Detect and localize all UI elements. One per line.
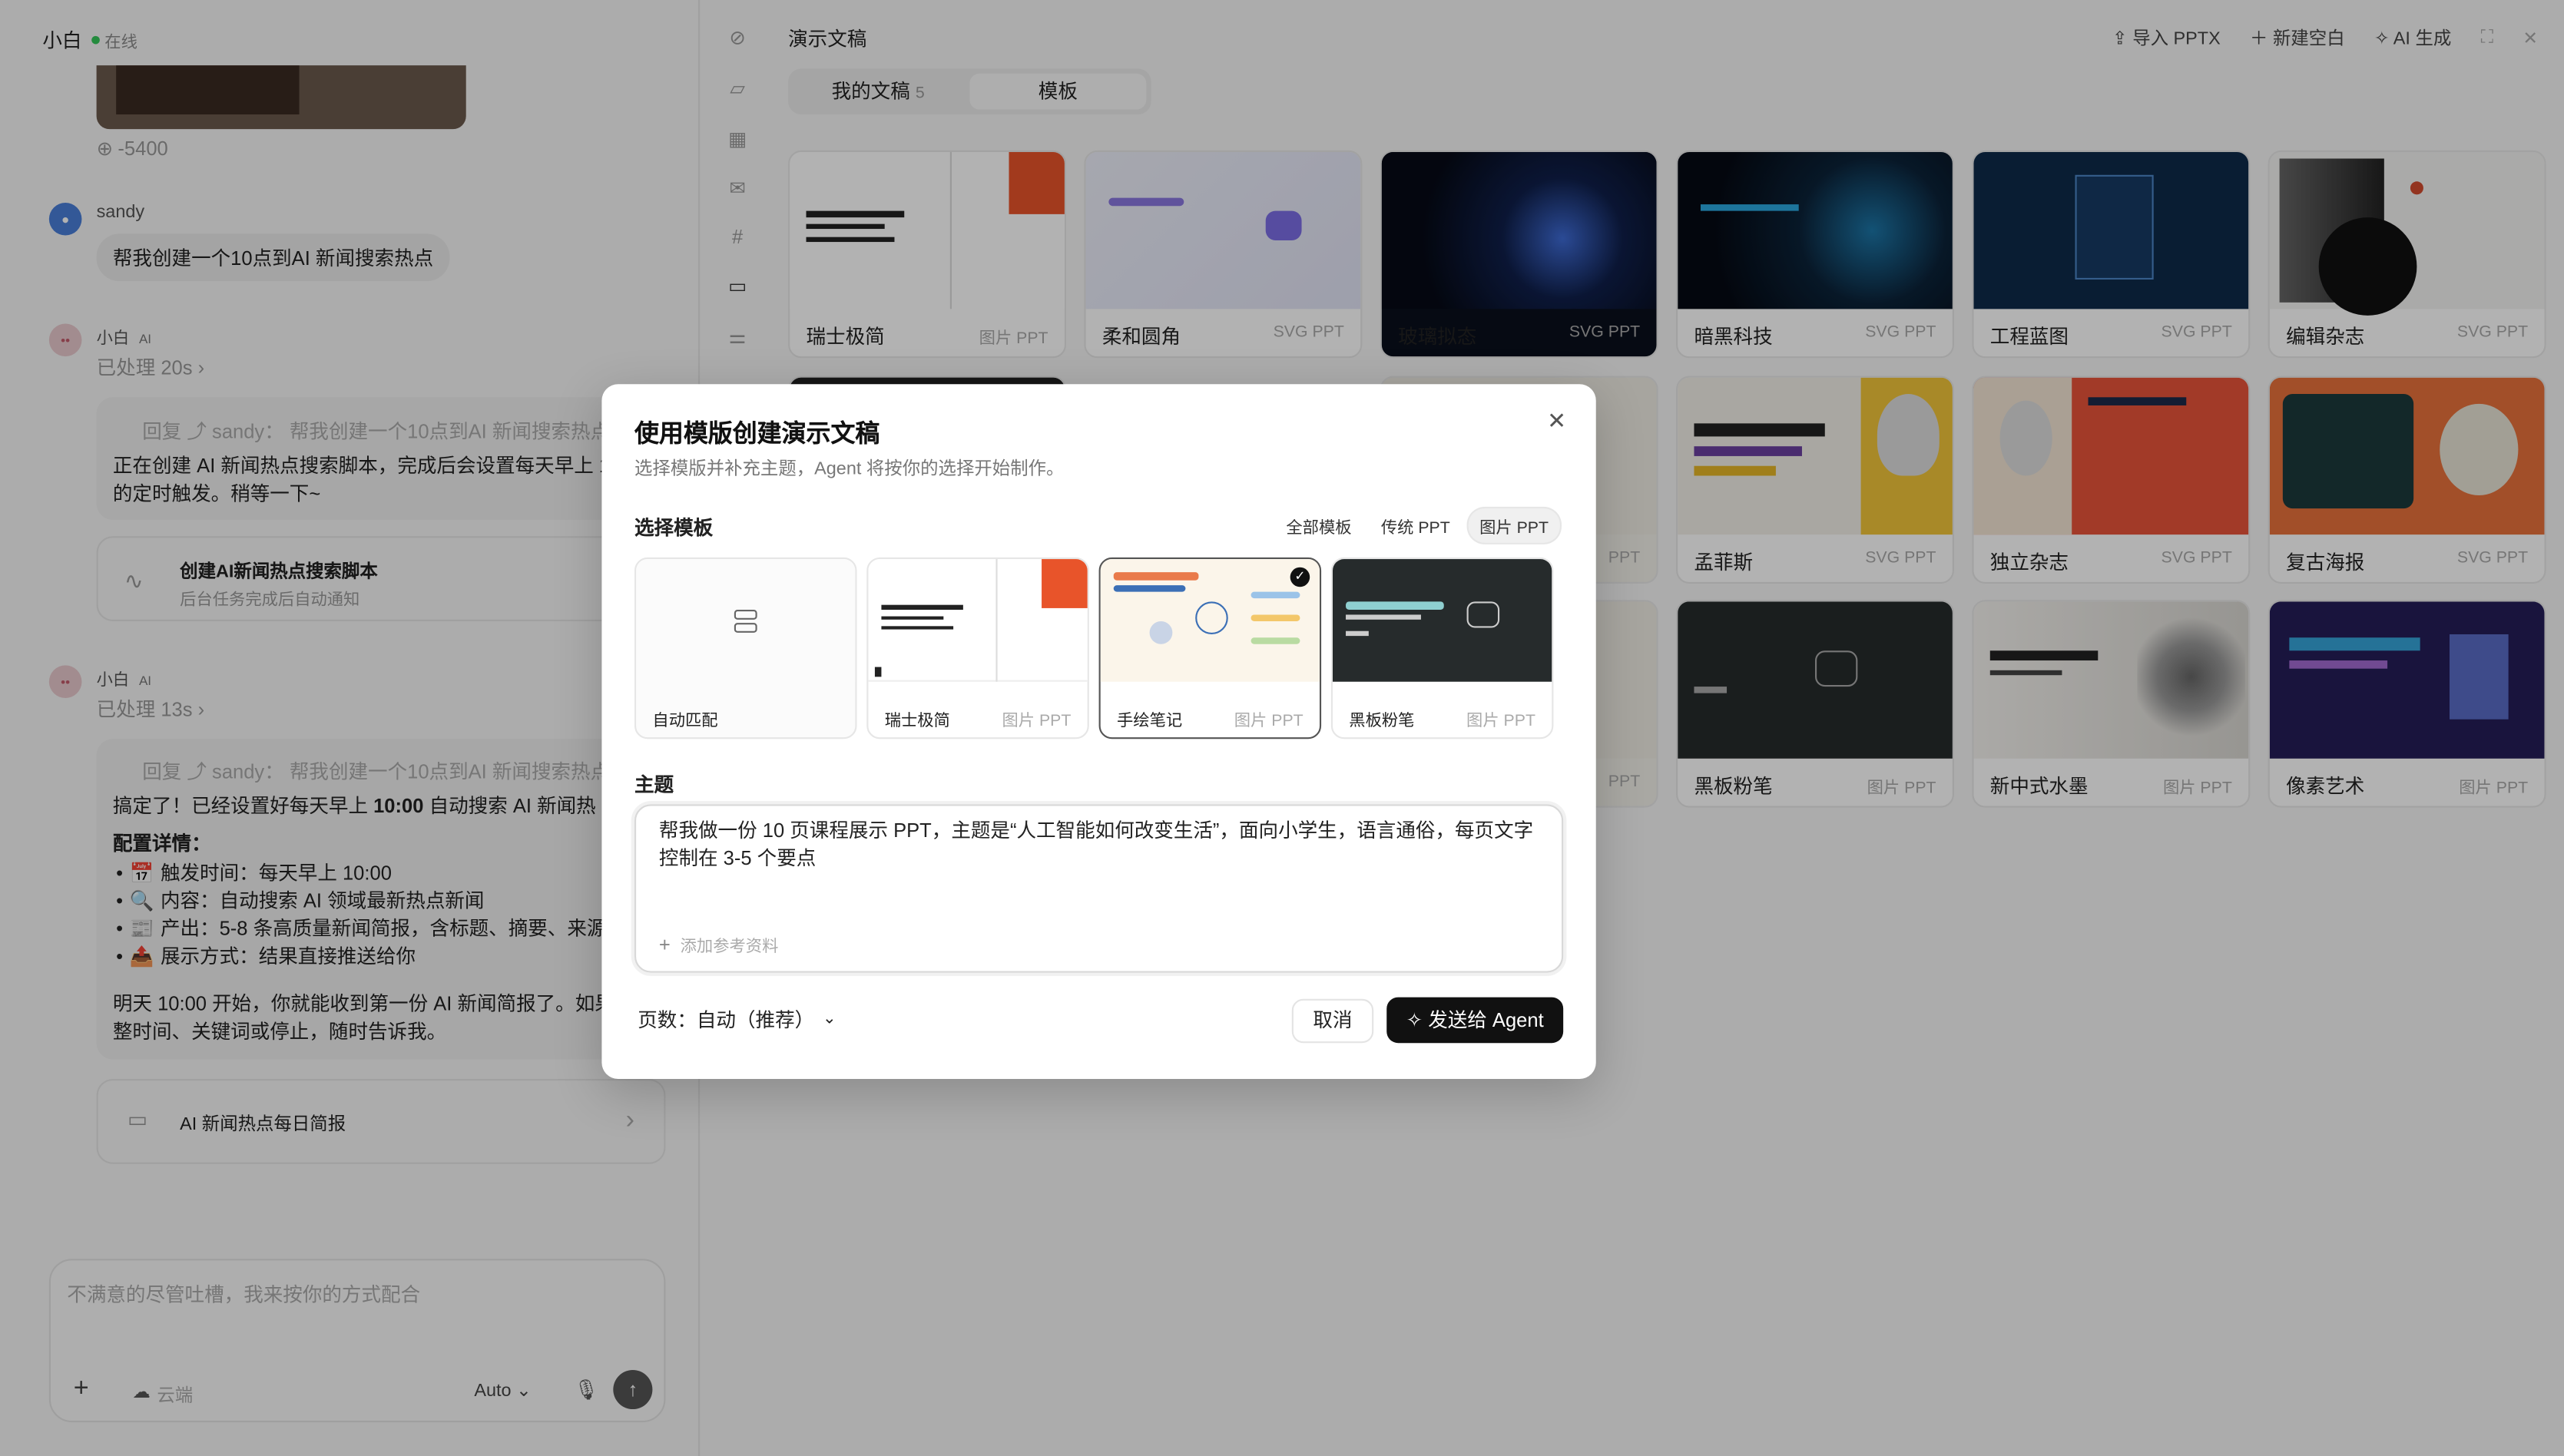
page-count-select[interactable]: 页数：自动（推荐） ⌄	[638, 1005, 836, 1033]
dialog-description: 选择模版并补充主题，Agent 将按你的选择开始制作。	[634, 459, 1065, 479]
select-template-label: 选择模板	[634, 516, 714, 540]
template-option-swiss[interactable]: 瑞士极简 图片 PPT	[866, 557, 1089, 740]
app-root: 小白 在线 ⊕ -5400 ● sandy 帮我创建一个10点到AI 新闻搜索热点…	[0, 0, 2564, 1456]
selected-check-icon: ✓	[1290, 567, 1310, 587]
topic-label: 主题	[634, 773, 674, 796]
template-option-name: 黑板粉笔	[1349, 713, 1415, 731]
send-label: 发送给 Agent	[1428, 1008, 1544, 1032]
page-count-label: 页数：自动（推荐）	[638, 1008, 815, 1032]
chevron-down-icon: ⌄	[822, 1010, 836, 1029]
sparkle-icon: ✧	[1406, 1008, 1423, 1032]
filter-traditional-ppt[interactable]: 传统 PPT	[1370, 508, 1462, 543]
template-option-type: 图片 PPT	[1234, 713, 1304, 731]
filter-all-templates[interactable]: 全部模板	[1274, 508, 1363, 543]
template-option-name: 自动匹配	[652, 713, 718, 731]
template-option-thumb	[1332, 559, 1552, 682]
template-option-name: 瑞士极简	[884, 713, 950, 731]
template-option-thumb	[1100, 559, 1320, 682]
cancel-button[interactable]: 取消	[1291, 998, 1374, 1044]
template-option-thumb	[868, 559, 1088, 682]
template-option-type: 图片 PPT	[1002, 713, 1072, 731]
template-option-name: 手绘笔记	[1116, 713, 1183, 731]
template-option-thumb	[636, 559, 856, 682]
filter-image-ppt[interactable]: 图片 PPT	[1468, 508, 1560, 543]
topic-value: 帮我做一份 10 页课程展示 PPT，主题是“人工智能如何改变生活”，面向小学生…	[658, 819, 1534, 870]
template-option-hand-drawn[interactable]: ✓ 手绘笔记 图片 PPT	[1098, 557, 1322, 740]
plus-icon: +	[658, 932, 671, 956]
template-option-chalkboard[interactable]: 黑板粉笔 图片 PPT	[1330, 557, 1554, 740]
add-reference-label: 添加参考资料	[680, 938, 779, 957]
close-icon[interactable]: ✕	[1540, 404, 1573, 437]
layout-icon-lower	[734, 623, 757, 633]
topic-input[interactable]: 帮我做一份 10 页课程展示 PPT，主题是“人工智能如何改变生活”，面向小学生…	[634, 804, 1564, 973]
send-to-agent-button[interactable]: ✧ 发送给 Agent	[1386, 997, 1564, 1044]
add-reference-button[interactable]: + 添加参考资料	[659, 932, 778, 956]
dialog-title: 使用模版创建演示文稿	[634, 420, 880, 448]
template-option-auto[interactable]: 自动匹配	[634, 557, 857, 740]
template-option-type: 图片 PPT	[1466, 713, 1535, 731]
template-filter-group: 全部模板 传统 PPT 图片 PPT	[1274, 508, 1560, 543]
create-from-template-dialog: 使用模版创建演示文稿 选择模版并补充主题，Agent 将按你的选择开始制作。 ✕…	[601, 384, 1596, 1080]
layout-icon	[734, 610, 757, 620]
